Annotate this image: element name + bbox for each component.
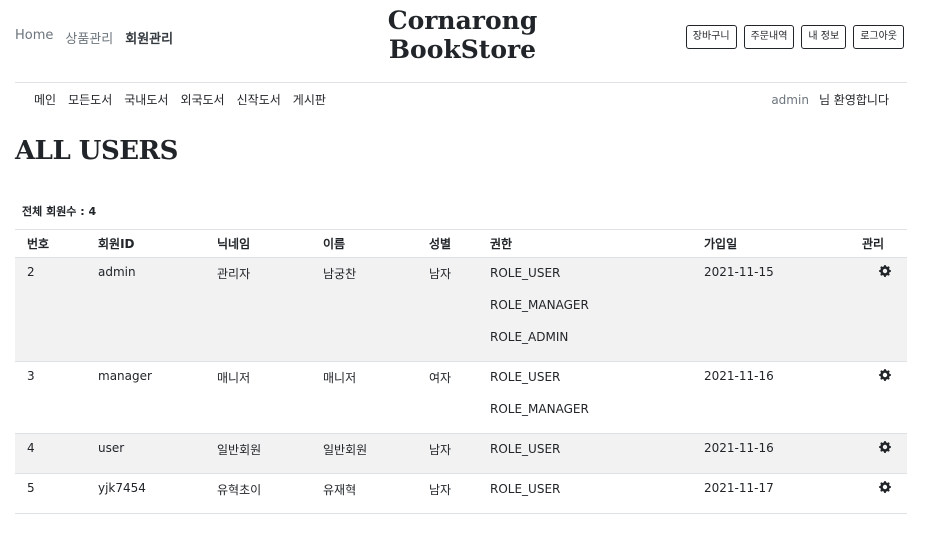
- table-row: 4 user 일반회원 일반회원 남자 ROLE_USER 2021-11-16: [15, 433, 907, 474]
- cell-gender: 여자: [429, 361, 490, 434]
- table-row: 5 yjk7454 유혁초이 유재혁 남자 ROLE_USER 2021-11-17: [15, 473, 907, 514]
- logout-button[interactable]: 로그아웃: [853, 25, 904, 49]
- cell-join-date: 2021-11-16: [704, 361, 862, 434]
- header-buttons: 장바구니 주문내역 내 정보 로그아웃: [685, 25, 904, 49]
- subnav-main-link[interactable]: 메인: [34, 91, 56, 108]
- users-table: 번호 회원ID 닉네임 이름 성별 권한 가입일 관리 2 admin 관리자 남궁찬…: [15, 229, 907, 514]
- gear-icon[interactable]: [878, 265, 891, 280]
- header-nickname: 닉네임: [217, 229, 323, 258]
- subnav-all-books-link[interactable]: 모든도서: [68, 91, 112, 108]
- cell-name: 일반회원: [323, 433, 429, 474]
- cell-member-id: admin: [98, 257, 217, 362]
- role-label: ROLE_USER: [490, 370, 561, 384]
- role-label: ROLE_USER: [490, 266, 561, 280]
- welcome-message: admin 님 환영합니다: [771, 91, 889, 108]
- header-gender: 성별: [429, 229, 490, 258]
- cell-number: 4: [15, 433, 98, 474]
- cell-member-id: user: [98, 433, 217, 474]
- header-join-date: 가입일: [704, 229, 862, 258]
- role-label: ROLE_USER: [490, 482, 561, 496]
- role-label: ROLE_MANAGER: [490, 402, 589, 416]
- cell-roles: ROLE_USER ROLE_MANAGER: [490, 361, 704, 434]
- cell-gender: 남자: [429, 257, 490, 362]
- cell-gender: 남자: [429, 473, 490, 514]
- cell-nickname: 매니저: [217, 361, 323, 434]
- cell-member-id: manager: [98, 361, 217, 434]
- header-divider: [15, 82, 907, 83]
- subnav-board-link[interactable]: 게시판: [293, 91, 326, 108]
- cell-number: 3: [15, 361, 98, 434]
- cell-gender: 남자: [429, 433, 490, 474]
- gear-icon[interactable]: [878, 441, 891, 456]
- table-row: 2 admin 관리자 남궁찬 남자 ROLE_USER ROLE_MANAGER ROLE_…: [15, 257, 907, 362]
- header-roles: 권한: [490, 229, 704, 258]
- header-number: 번호: [15, 229, 98, 258]
- cell-roles: ROLE_USER ROLE_MANAGER ROLE_ADMIN: [490, 257, 704, 362]
- role-label: ROLE_MANAGER: [490, 298, 589, 312]
- cell-manage: [862, 473, 907, 514]
- cell-manage: [862, 433, 907, 474]
- cell-roles: ROLE_USER: [490, 433, 704, 474]
- cell-join-date: 2021-11-16: [704, 433, 862, 474]
- category-nav: 메인 모든도서 국내도서 외국도서 신작도서 게시판: [34, 91, 326, 108]
- cell-nickname: 관리자: [217, 257, 323, 362]
- cell-join-date: 2021-11-17: [704, 473, 862, 514]
- table-row: 3 manager 매니저 매니저 여자 ROLE_USER ROLE_MANAGER 202…: [15, 361, 907, 434]
- role-label: ROLE_USER: [490, 442, 561, 456]
- cart-button[interactable]: 장바구니: [685, 25, 737, 49]
- cell-manage: [862, 257, 907, 362]
- cell-nickname: 일반회원: [217, 433, 323, 474]
- header-member-id: 회원ID: [98, 229, 217, 258]
- subnav-domestic-link[interactable]: 국내도서: [124, 91, 168, 108]
- welcome-text: 님 환영합니다: [818, 93, 889, 107]
- my-info-button[interactable]: 내 정보: [801, 25, 847, 49]
- subnav-foreign-link[interactable]: 외국도서: [180, 91, 224, 108]
- cell-name: 남궁찬: [323, 257, 429, 362]
- orders-button[interactable]: 주문내역: [743, 25, 795, 49]
- welcome-username: admin: [771, 93, 809, 107]
- page-title: ALL USERS: [15, 136, 178, 166]
- cell-name: 매니저: [323, 361, 429, 434]
- cell-number: 5: [15, 473, 98, 514]
- table-header-row: 번호 회원ID 닉네임 이름 성별 권한 가입일 관리: [15, 229, 907, 258]
- header-manage: 관리: [862, 229, 907, 258]
- cell-join-date: 2021-11-15: [704, 257, 862, 362]
- header-name: 이름: [323, 229, 429, 258]
- cell-member-id: yjk7454: [98, 473, 217, 514]
- gear-icon[interactable]: [878, 369, 891, 384]
- cell-name: 유재혁: [323, 473, 429, 514]
- cell-manage: [862, 361, 907, 434]
- gear-icon[interactable]: [878, 481, 891, 496]
- cell-roles: ROLE_USER: [490, 473, 704, 514]
- cell-nickname: 유혁초이: [217, 473, 323, 514]
- subnav-new-link[interactable]: 신작도서: [237, 91, 281, 108]
- role-label: ROLE_ADMIN: [490, 330, 569, 344]
- cell-number: 2: [15, 257, 98, 362]
- member-count: 전체 회원수 : 4: [22, 205, 97, 218]
